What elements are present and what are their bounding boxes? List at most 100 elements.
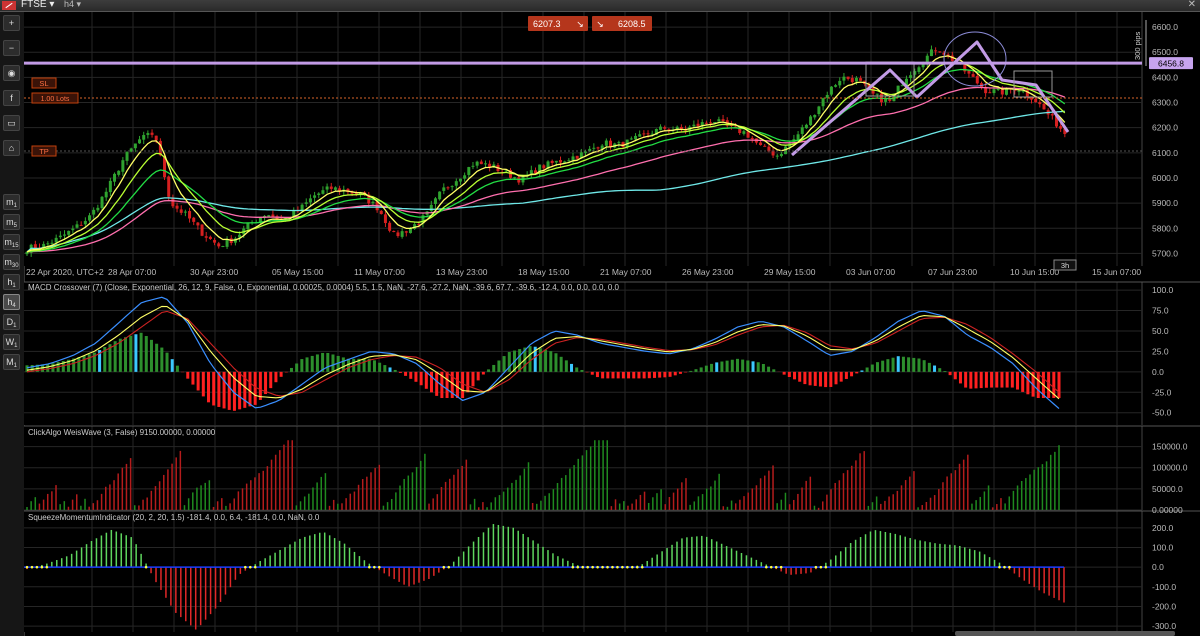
macd-histogram-bar: [699, 367, 703, 372]
macd-histogram-bar: [865, 367, 869, 372]
macd-y-tick: 0.0: [1152, 367, 1164, 377]
candle-body: [704, 122, 708, 124]
candle-body: [975, 76, 979, 84]
squeeze-dot: [571, 565, 575, 569]
timeframe-button-m5[interactable]: m5: [3, 214, 20, 230]
timeframe-button-h1[interactable]: h1: [3, 274, 20, 290]
macd-histogram-bar: [741, 359, 745, 372]
squeeze-dot: [601, 565, 604, 569]
macd-histogram-bar: [222, 371, 226, 409]
candle-body: [217, 243, 221, 247]
candle-body: [58, 235, 62, 238]
timeframe-button-D1[interactable]: D1: [3, 314, 20, 330]
macd-histogram-bar: [160, 347, 164, 372]
candle-body: [321, 190, 325, 194]
template-icon[interactable]: ⌂: [3, 140, 20, 156]
symbol-selector[interactable]: FTSE ▾: [21, 0, 54, 10]
macd-histogram-bar: [938, 368, 942, 372]
price-x-tick: 10 Jun 15:00: [1010, 267, 1059, 277]
candle-body: [183, 211, 187, 213]
macd-histogram-bar: [87, 354, 91, 372]
squeeze-y-tick: 100.0: [1152, 542, 1174, 552]
squeeze-y-tick: -300.0: [1152, 621, 1176, 631]
price-y-tick: 6500.0: [1152, 47, 1178, 57]
candle-body: [875, 93, 879, 95]
squeeze-dot: [764, 565, 768, 569]
squeeze-dot: [819, 565, 823, 569]
candle-body: [196, 222, 200, 226]
macd-histogram-bar: [502, 356, 506, 372]
macd-histogram-bar: [430, 371, 434, 393]
chart-canvas[interactable]: 6600.0 6500.0 6400.0 6300.0 6200.0 6100.0 6000…: [24, 12, 1200, 632]
macd-histogram-bar: [310, 355, 314, 372]
macd-histogram-bar: [881, 360, 885, 372]
macd-histogram-bar: [901, 356, 905, 372]
macd-histogram-bar: [943, 371, 947, 372]
timeframe-button-h4[interactable]: h4: [3, 294, 20, 310]
candle-body: [50, 242, 54, 244]
macd-histogram-bar: [642, 371, 646, 379]
macd-histogram-bar: [896, 356, 900, 372]
timeframe-button-W1[interactable]: W1: [3, 334, 20, 350]
macd-histogram-bar: [637, 371, 641, 379]
candle-body: [854, 77, 858, 82]
macd-histogram-bar: [616, 371, 620, 379]
candle-body: [629, 138, 633, 140]
candle-body: [463, 175, 467, 179]
squeeze-dot: [779, 565, 783, 569]
macd-histogram-bar: [497, 360, 501, 372]
candle-body: [204, 236, 208, 238]
timeframe-button-m1[interactable]: m1: [3, 194, 20, 210]
macd-histogram-bar: [269, 371, 273, 389]
candle-body: [938, 51, 942, 53]
candle-body: [834, 85, 838, 87]
timeframe-button-M1[interactable]: M1: [3, 354, 20, 370]
squeeze-dot: [45, 565, 49, 569]
squeeze-dot: [248, 565, 252, 569]
candle-body: [996, 88, 1000, 90]
price-y-tick: 6600.0: [1152, 22, 1178, 32]
macd-histogram-bar: [632, 371, 636, 379]
macd-histogram-bar: [227, 371, 231, 410]
macd-histogram-bar: [875, 362, 879, 372]
candle-body: [929, 49, 933, 57]
price-x-tick: 13 May 23:00: [436, 267, 488, 277]
candle-body: [817, 106, 821, 115]
close-icon[interactable]: ✕: [1188, 0, 1196, 10]
candle-body: [1034, 98, 1038, 103]
candle-body: [67, 230, 71, 235]
facebook-icon[interactable]: f: [3, 90, 20, 106]
macd-histogram-bar: [300, 359, 304, 372]
candle-body: [825, 94, 829, 98]
macd-histogram-bar: [735, 358, 739, 372]
macd-histogram-bar: [455, 371, 459, 399]
macd-histogram-bar: [684, 371, 688, 373]
screenshot-icon[interactable]: ▭: [3, 115, 20, 131]
macd-histogram-bar: [839, 371, 843, 382]
timeframe-button-m30[interactable]: m30: [3, 254, 20, 270]
candle-body: [617, 142, 621, 144]
candle-body: [800, 127, 804, 134]
timeframe-button-m15[interactable]: m15: [3, 234, 20, 250]
macd-title: MACD Crossover (7) (Close, Exponential, …: [28, 283, 620, 292]
price-x-tick: 21 May 07:00: [600, 267, 652, 277]
macd-histogram-bar: [77, 357, 81, 372]
candle-body: [325, 186, 329, 190]
candle-body: [429, 204, 433, 212]
left-toolbar: + − ◉ f ▭ ⌂ m1 m5 m15 m30 h1 h4 D1 W1 M1: [0, 12, 25, 636]
squeeze-dot: [373, 565, 376, 569]
candle-body: [1017, 90, 1021, 92]
macd-histogram-bar: [694, 369, 698, 372]
timeframe-selector[interactable]: h4 ▾: [64, 0, 81, 10]
candle-body: [446, 187, 450, 189]
indicator-icon[interactable]: ◉: [3, 65, 20, 81]
candle-body: [750, 137, 754, 140]
macd-histogram-bar: [689, 370, 693, 372]
squeeze-dot: [591, 565, 594, 569]
zoom-out-icon[interactable]: −: [3, 40, 20, 56]
squeeze-dot: [998, 565, 1001, 569]
macd-histogram-bar: [207, 371, 211, 403]
zoom-in-icon[interactable]: +: [3, 15, 20, 31]
horizontal-scrollbar[interactable]: [955, 631, 1175, 636]
macd-pane-bg: [24, 282, 1200, 425]
